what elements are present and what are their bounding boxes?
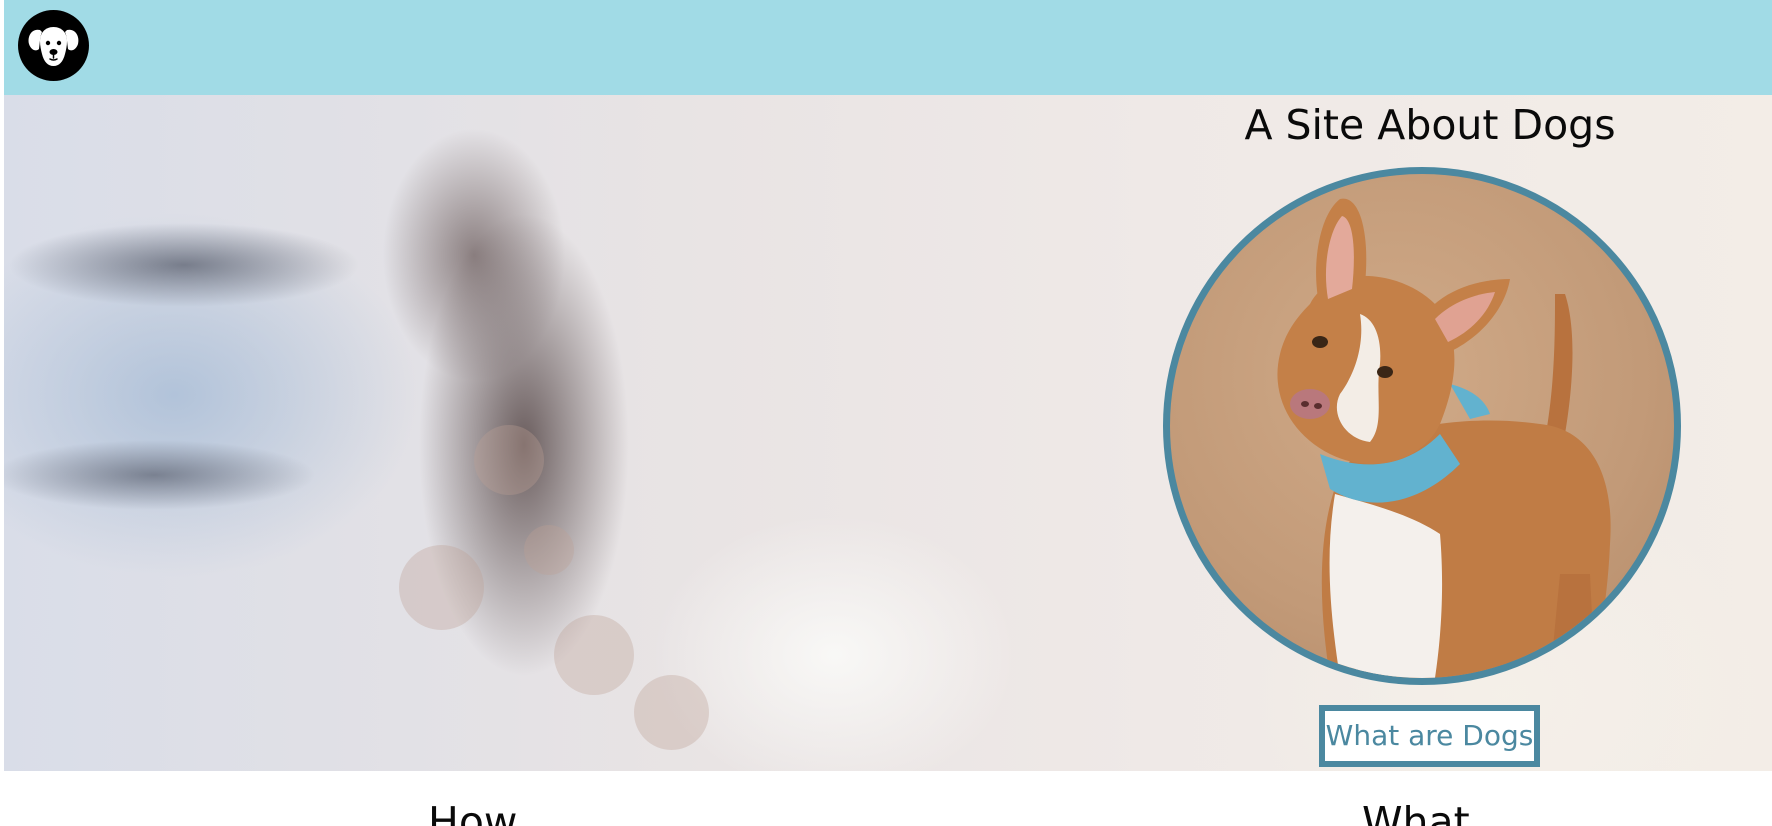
- dog-logo-icon[interactable]: [18, 10, 89, 81]
- section-heading-how: How: [428, 798, 518, 826]
- section-heading-what: What: [1362, 798, 1470, 826]
- dog-face-icon: [28, 27, 79, 66]
- what-are-dogs-button[interactable]: What are Dogs: [1319, 705, 1540, 767]
- dog-photo: [1163, 167, 1681, 685]
- bokeh-light: [634, 675, 709, 750]
- bokeh-light: [474, 425, 544, 495]
- site-title: A Site About Dogs: [1244, 101, 1616, 149]
- site-header: [4, 0, 1772, 95]
- bokeh-light: [399, 545, 484, 630]
- dog-illustration: [1277, 198, 1611, 678]
- bokeh-light: [554, 615, 634, 695]
- bokeh-light: [524, 525, 574, 575]
- page: A Site About Dogs What are Dogs How What: [0, 0, 1772, 826]
